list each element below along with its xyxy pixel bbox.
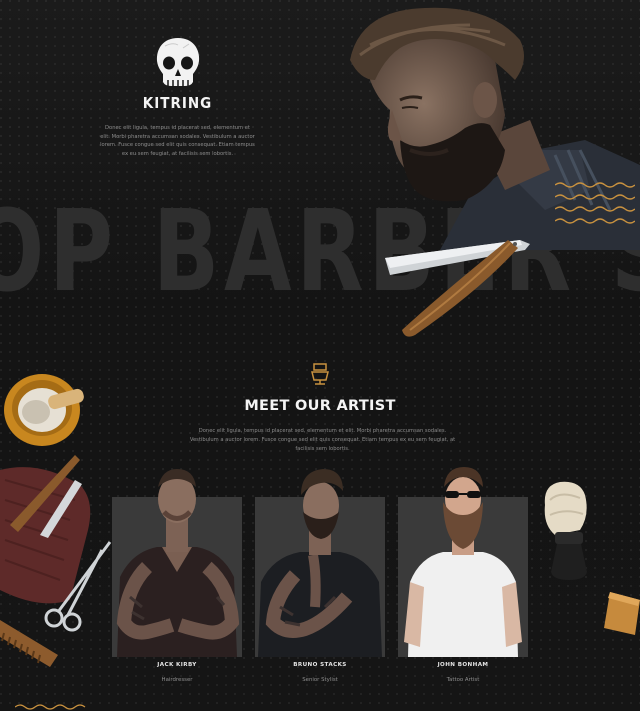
brand-block: KITRING Donec elit ligula, tempus id pla…: [100, 36, 255, 158]
artist-role-3: Tattoo Artist: [446, 677, 480, 683]
skull-icon: [156, 38, 199, 87]
artist-card-1[interactable]: [112, 469, 242, 657]
straight-razor-icon: [385, 240, 530, 337]
brand-name: KITRING: [142, 94, 213, 112]
comb-icon: [0, 620, 58, 667]
brand-description: Donec elit ligula, tempus id placerat se…: [100, 125, 255, 157]
section-title: MEET OUR ARTIST: [244, 398, 396, 414]
artist-role-1: Hairdresser: [161, 677, 193, 683]
wood-block-icon: [604, 592, 640, 635]
wave-decoration: [555, 182, 635, 224]
artist-photo: [404, 467, 522, 657]
barber-chair-icon: [311, 363, 329, 385]
artist-photo: [258, 469, 382, 657]
barber-landing-page: OP BARBER SH: [0, 0, 640, 711]
artist-card-3[interactable]: [398, 467, 528, 657]
artist-card-2[interactable]: [255, 469, 385, 657]
artist-name-1: JACK KIRBY: [157, 662, 197, 668]
artist-name-2: BRUNO STACKS: [293, 662, 347, 668]
artist-name-3: JOHN BONHAM: [437, 662, 489, 668]
artist-role-2: Senior Stylist: [302, 677, 338, 683]
artist-photo: [116, 469, 240, 657]
section-description: Donec elit ligula, tempus id placerat se…: [189, 428, 456, 452]
wave-decoration-bottom: [15, 704, 86, 710]
shaving-brush-icon: [544, 481, 587, 580]
